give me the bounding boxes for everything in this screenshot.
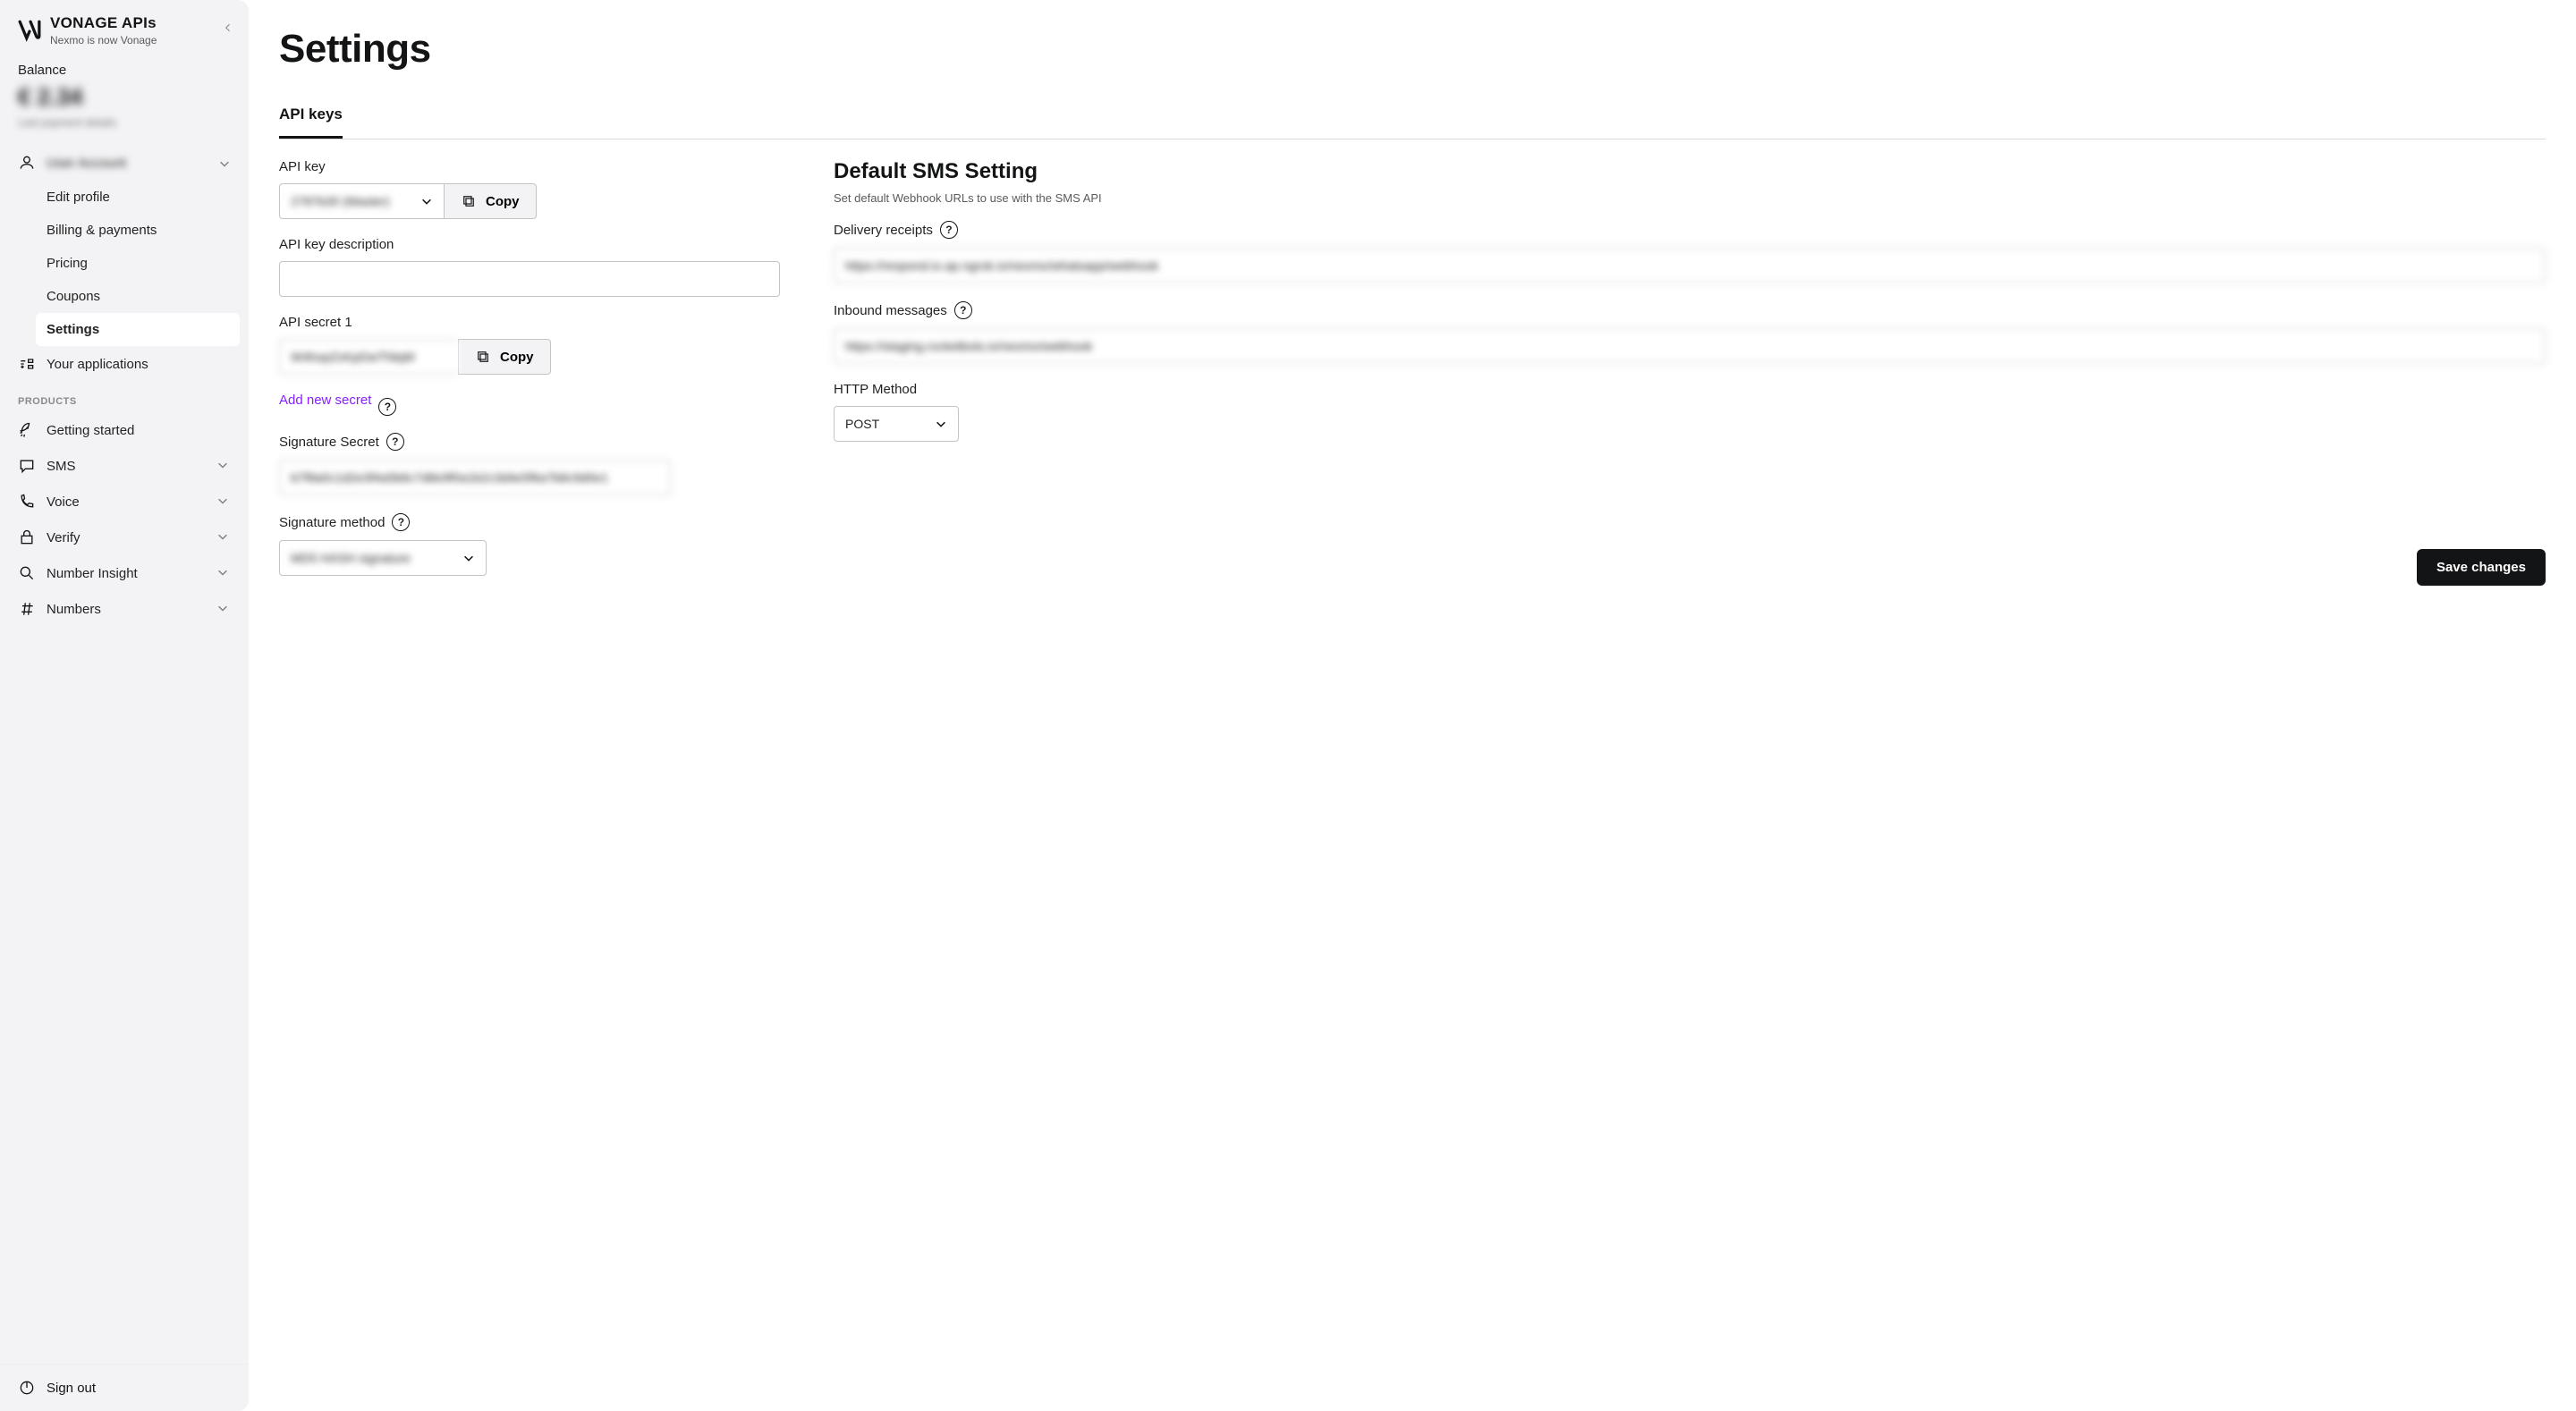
sig-secret-label: Signature Secret [279,435,379,450]
save-changes-button[interactable]: Save changes [2417,549,2546,586]
nav-label: Numbers [47,602,101,617]
add-new-secret-link[interactable]: Add new secret [279,393,371,408]
nav-billing[interactable]: Billing & payments [36,214,240,247]
phone-icon [18,493,36,511]
hash-icon [18,600,36,618]
http-method-select[interactable]: POST [834,406,959,442]
nav-voice[interactable]: Voice [0,484,249,520]
apps-icon [18,355,36,373]
user-menu-toggle[interactable]: User Account [0,145,249,181]
balance-amount: € 2.34 [18,83,231,111]
brand-title: VONAGE APIs [50,14,157,32]
delivery-input[interactable] [834,248,2546,283]
api-desc-input[interactable] [279,261,780,297]
power-icon [18,1379,36,1397]
copy-icon [461,193,477,209]
nav-number-insight[interactable]: Number Insight [0,555,249,591]
nav-sms[interactable]: SMS [0,448,249,484]
vonage-logo-icon [18,19,41,42]
api-secret-label: API secret 1 [279,315,780,330]
inbound-label: Inbound messages [834,303,947,318]
sidebar: VONAGE APIs Nexmo is now Vonage Balance … [0,0,249,1411]
chevron-down-icon [935,418,947,430]
sign-out-button[interactable]: Sign out [0,1364,249,1411]
nav-label: SMS [47,459,76,474]
products-section-label: PRODUCTS [0,382,249,412]
chevron-down-icon [216,602,231,616]
http-method-value: POST [845,417,926,431]
sig-method-label: Signature method [279,515,385,530]
search-icon [18,564,36,582]
help-icon[interactable]: ? [378,398,396,416]
copy-label: Copy [500,350,534,365]
sidebar-header: VONAGE APIs Nexmo is now Vonage [0,0,249,54]
main-content: Settings API keys API key 2787b30 (Maste… [249,0,2576,1411]
copy-api-key-button[interactable]: Copy [444,183,537,219]
nav-edit-profile[interactable]: Edit profile [36,181,240,214]
nav-label: Number Insight [47,566,138,581]
sms-section-desc: Set default Webhook URLs to use with the… [834,191,2546,205]
help-icon[interactable]: ? [940,221,958,239]
chevron-down-icon [216,494,231,509]
help-icon[interactable]: ? [392,513,410,531]
sig-method-value: MD5 HASH signature [291,551,453,565]
chevron-up-icon [216,156,231,170]
nav-label: Voice [47,494,80,510]
sig-method-select[interactable]: MD5 HASH signature [279,540,487,576]
copy-api-secret-button[interactable]: Copy [458,339,551,375]
copy-icon [475,349,491,365]
api-key-value: 2787b30 (Master) [291,194,411,208]
chat-icon [18,457,36,475]
sms-section-title: Default SMS Setting [834,159,2546,184]
nav-verify[interactable]: Verify [0,520,249,555]
copy-label: Copy [486,194,520,209]
sidebar-nav: User Account Edit profile Billing & paym… [0,134,249,1364]
lock-icon [18,528,36,546]
delivery-label: Delivery receipts [834,223,933,238]
nav-getting-started[interactable]: Getting started [0,412,249,448]
api-keys-column: API key 2787b30 (Master) Cop [279,159,780,594]
balance-sub: Last payment details [18,116,231,129]
nav-label: Verify [47,530,80,545]
page-title: Settings [279,27,2546,72]
chevron-down-icon [216,566,231,580]
nav-pricing[interactable]: Pricing [36,247,240,280]
chevron-down-icon [420,195,433,207]
nav-settings[interactable]: Settings [36,313,240,346]
collapse-sidebar-button[interactable] [220,20,236,36]
user-name: User Account [47,156,126,171]
chevron-down-icon [216,530,231,545]
api-secret-input[interactable] [279,339,458,375]
brand-subtitle: Nexmo is now Vonage [50,34,157,46]
sms-settings-column: Default SMS Setting Set default Webhook … [834,159,2546,586]
nav-your-applications[interactable]: Your applications [0,346,249,382]
api-key-label: API key [279,159,780,174]
help-icon[interactable]: ? [954,301,972,319]
http-method-label: HTTP Method [834,382,2546,397]
api-desc-label: API key description [279,237,780,252]
tab-api-keys[interactable]: API keys [279,97,343,139]
chevron-down-icon [462,552,475,564]
tabs: API keys [279,97,2546,139]
balance-label: Balance [18,63,231,78]
help-icon[interactable]: ? [386,433,404,451]
api-key-select[interactable]: 2787b30 (Master) [279,183,444,219]
balance-widget: Balance € 2.34 Last payment details [0,54,249,134]
user-submenu: Edit profile Billing & payments Pricing … [0,181,249,346]
rocket-icon [18,421,36,439]
sig-secret-input[interactable] [279,460,671,495]
chevron-down-icon [216,459,231,473]
user-icon [18,154,36,172]
nav-label: Getting started [47,423,134,438]
nav-label: Your applications [47,357,148,372]
inbound-input[interactable] [834,328,2546,364]
nav-coupons[interactable]: Coupons [36,280,240,313]
nav-numbers[interactable]: Numbers [0,591,249,627]
sign-out-label: Sign out [47,1381,96,1396]
